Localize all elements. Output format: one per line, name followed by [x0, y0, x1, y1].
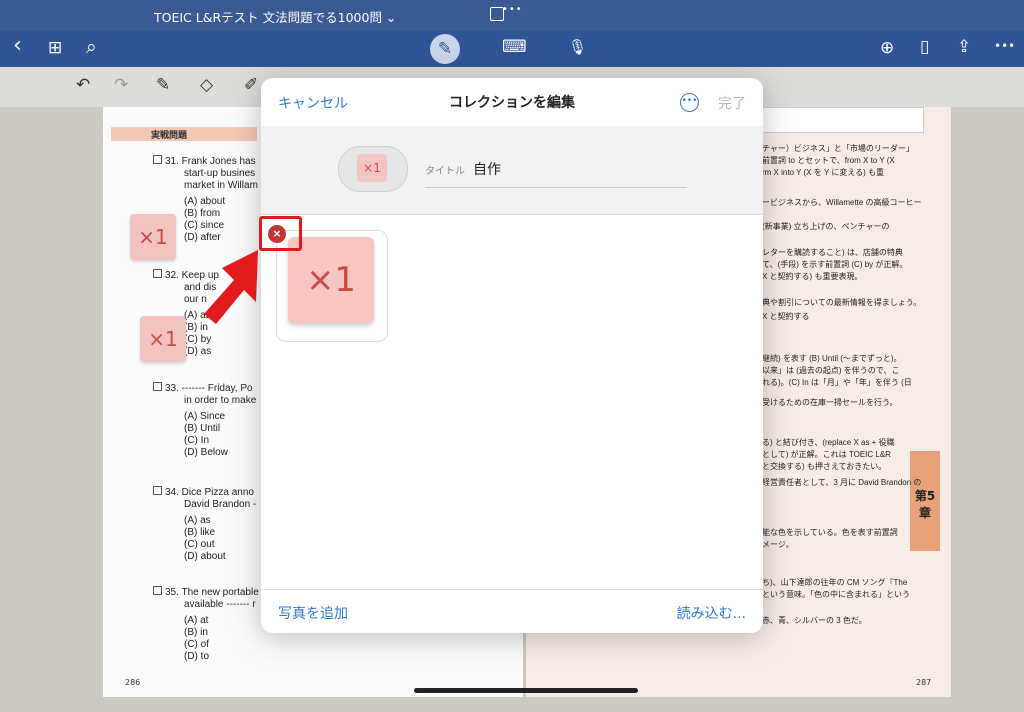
add-page-icon[interactable]: ⊕ [880, 38, 894, 58]
explanation-line: 受けるための在庫一掃セールを行う。 [762, 398, 898, 407]
search-icon[interactable]: ⌕ [86, 37, 97, 57]
title-input[interactable]: 自作 [473, 159, 501, 179]
question-34: 34. Dice Pizza anno David Brandon - (A) … [153, 486, 256, 563]
section-header-bar: 実戦問題 [111, 127, 257, 141]
explanation-line: X と契約する) も重要表現。 [762, 272, 863, 281]
explanation-line: 経営責任者として、3 月に David Brandon の [762, 478, 922, 487]
dialog-footer: 写真を追加 読み込む... [261, 589, 763, 633]
title-label: タイトル [425, 166, 465, 177]
keyboard-icon[interactable]: ⌨ [502, 37, 527, 57]
explanation-line: レターを購読すること) は、店舗の特典 [762, 248, 903, 257]
add-photo-button[interactable]: 写真を追加 [278, 603, 348, 623]
explanation-line: 以来」は (過去の起点) を伴うので、こ [762, 366, 900, 375]
microphone-icon[interactable]: 🎙 [568, 37, 587, 57]
explanation-line: と交換する) も押さえておきたい。 [762, 462, 887, 471]
page-number-left: 286 [125, 678, 141, 687]
explanation-line: ービジネスから、Willamette の高級コーヒー [762, 198, 922, 207]
collection-stamp-icon: ×1 [357, 154, 387, 182]
done-button[interactable]: 完了 [718, 93, 746, 113]
explanation-line: て、(手段) を示す前置詞 (C) by が正解。 [762, 260, 908, 269]
explanation-line: チャー）ビジネス」と「市場のリーダー」 [762, 144, 914, 153]
edit-collection-dialog: キャンセル コレクションを編集 ••• 完了 ×1 タイトル 自作 ×1 × 写… [261, 78, 763, 633]
collection-info: ×1 タイトル 自作 [261, 126, 763, 215]
explanation-line: 継続) を表す (B) Until (〜までずっと)。 [762, 354, 902, 363]
answer-grid [762, 107, 924, 133]
question-35: 35. The new portable available ------- r… [153, 586, 259, 663]
multitask-dots-icon[interactable]: ••• [502, 4, 523, 15]
explanation-line: れる)。(C) In は「月」や「年」を伴う (日 [762, 378, 912, 387]
dialog-header: キャンセル コレクションを編集 ••• 完了 [261, 78, 763, 126]
share-icon[interactable]: ⇪ [957, 37, 971, 57]
title-bar: ••• TOEIC L&Rテスト 文法問題でる1000問 ⌄ [0, 0, 1024, 31]
import-button[interactable]: 読み込む... [677, 603, 746, 623]
page-number-right: 287 [916, 678, 932, 687]
nav-bar: ‹ ⊞ ⌕ ✎ ⌨ 🎙 ⊕ ▯ ⇪ ••• [0, 31, 1024, 67]
marker-icon[interactable]: ✐ [244, 75, 258, 95]
home-indicator [414, 688, 638, 693]
grid-icon[interactable]: ⊞ [48, 38, 62, 58]
chapter-tab: 第5章 [910, 451, 940, 551]
title-underline [425, 187, 687, 188]
document-title[interactable]: TOEIC L&Rテスト 文法問題でる1000問 ⌄ [154, 7, 396, 26]
explanation-line: (新事業) 立ち上げの、ベンチャーの [762, 222, 890, 231]
eraser-icon[interactable]: ◇ [200, 75, 213, 95]
question-33: 33. ------- Friday, Po in order to make … [153, 382, 256, 459]
stamp-sticker[interactable]: ×1 [130, 214, 176, 260]
explanation-line: ち)、山下達郎の往年の CM ソング『The [762, 578, 908, 587]
more-icon[interactable]: ••• [994, 36, 1015, 56]
explanation-line: る) と結び付き、(replace X as + 役職 [762, 438, 895, 447]
explanation-line: 能な色を示している。色を表す前置詞 [762, 528, 898, 537]
stamp-sticker[interactable]: ×1 [140, 316, 186, 362]
explanation-line: rm X into Y (X を Y に変える) も重 [762, 168, 885, 177]
explanation-line: として) が正解。これは TOEIC L&R [762, 450, 891, 459]
back-icon[interactable]: ‹ [13, 35, 22, 57]
explanation-line: 典や割引についての最新情報を得ましょう。 [762, 298, 922, 307]
section-label: 実戦問題 [151, 131, 188, 141]
more-options-icon[interactable]: ••• [680, 93, 699, 112]
explanation-line: X と契約する [762, 312, 810, 321]
explanation-line: 前置詞 to とセットで、from X to Y (X [762, 156, 895, 165]
pen-mode-icon[interactable]: ✎ [430, 34, 460, 64]
undo-icon[interactable]: ↶ [76, 75, 90, 95]
annotation-arrow-icon [204, 250, 258, 324]
redo-icon[interactable]: ↷ [114, 75, 128, 95]
pencil-icon[interactable]: ✎ [156, 75, 170, 95]
explanation-line: という意味。「色の中に含まれる」という [762, 590, 910, 599]
bookmark-icon[interactable]: ▯ [920, 37, 929, 57]
explanation-line: メージ。 [762, 540, 794, 549]
